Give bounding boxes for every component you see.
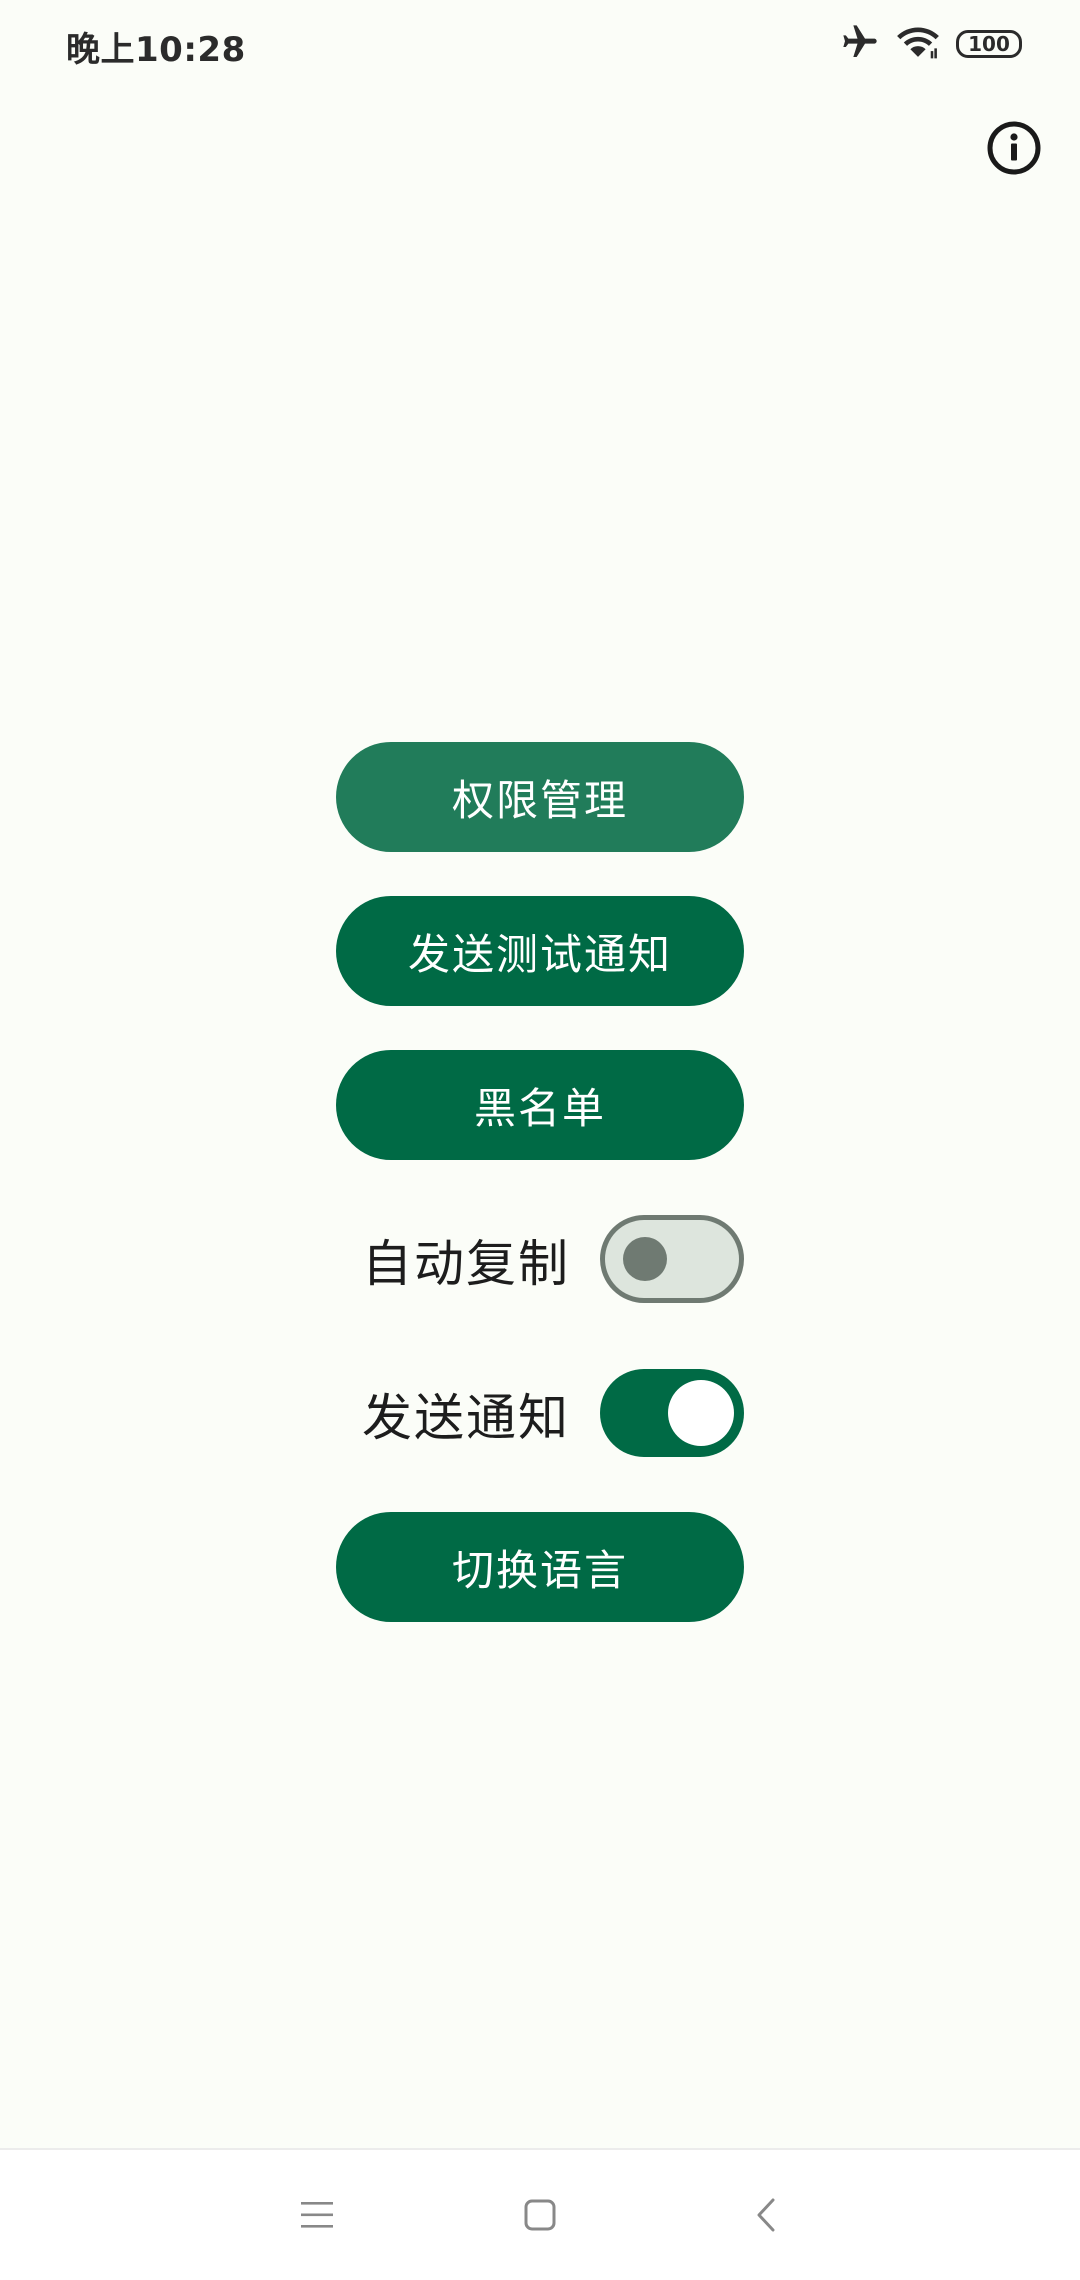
status-time: 晚上10:28 bbox=[66, 30, 246, 70]
blacklist-button[interactable]: 黑名单 bbox=[336, 1050, 744, 1160]
back-icon bbox=[757, 2198, 775, 2232]
menu-icon bbox=[301, 2202, 333, 2228]
info-icon bbox=[987, 121, 1041, 175]
back-button[interactable] bbox=[732, 2180, 802, 2250]
switch-language-button[interactable]: 切换语言 bbox=[336, 1512, 744, 1622]
navigation-bar bbox=[0, 2148, 1080, 2280]
info-button[interactable] bbox=[986, 120, 1042, 176]
status-icons: 100 bbox=[840, 24, 1022, 64]
airplane-icon bbox=[840, 22, 880, 66]
recents-button[interactable] bbox=[282, 2180, 352, 2250]
send-notification-row: 发送通知 bbox=[336, 1369, 744, 1459]
auto-copy-label: 自动复制 bbox=[362, 1235, 570, 1293]
battery-level: 100 bbox=[968, 32, 1010, 56]
status-bar: 晚上10:28 100 bbox=[0, 0, 1080, 90]
auto-copy-row: 自动复制 bbox=[336, 1215, 744, 1305]
auto-copy-switch[interactable] bbox=[600, 1215, 744, 1303]
wifi-icon bbox=[896, 22, 940, 66]
home-icon bbox=[524, 2199, 556, 2231]
switch-thumb bbox=[623, 1237, 667, 1281]
send-test-notification-button[interactable]: 发送测试通知 bbox=[336, 896, 744, 1006]
switch-thumb bbox=[668, 1380, 734, 1446]
battery-icon: 100 bbox=[956, 30, 1022, 58]
app-screen: 晚上10:28 100 权限管理 发送测试通知 黑名单 自动复制 发送通知 切换… bbox=[0, 0, 1080, 2280]
send-notification-switch[interactable] bbox=[600, 1369, 744, 1457]
home-button[interactable] bbox=[505, 2180, 575, 2250]
send-notification-label: 发送通知 bbox=[362, 1389, 570, 1447]
permissions-button[interactable]: 权限管理 bbox=[336, 742, 744, 852]
